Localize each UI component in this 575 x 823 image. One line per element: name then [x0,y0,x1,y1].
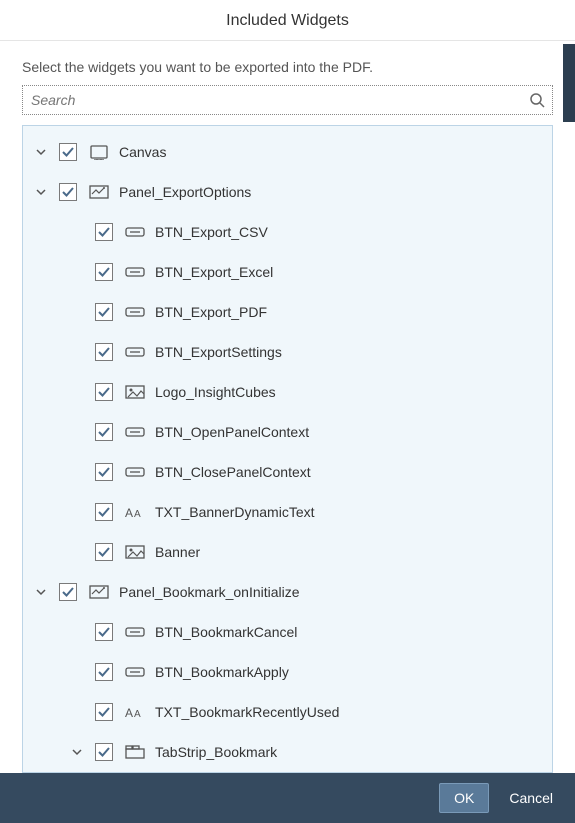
tree-row-label: Banner [155,544,200,560]
panel-icon [89,184,109,200]
dialog-title: Included Widgets [0,0,575,41]
text-icon [125,504,145,520]
tree-row[interactable]: Panel_ExportOptions [23,172,552,212]
tree-row[interactable]: Canvas [23,132,552,172]
tree-row-label: BTN_Export_CSV [155,224,268,240]
button-icon [125,664,145,680]
tree-row[interactable]: BTN_BookmarkCancel [23,612,552,652]
widget-tree[interactable]: Canvas Panel_ExportOptions BTN_Export_CSV B… [22,125,553,773]
dialog-instructions: Select the widgets you want to be export… [0,41,575,85]
checkbox[interactable] [59,143,77,161]
checkbox[interactable] [95,663,113,681]
chevron-down-icon [69,384,85,400]
chevron-down-icon [69,424,85,440]
tree-row[interactable]: TabStrip_Bookmark [23,732,552,772]
tree-row-label: BTN_ExportSettings [155,344,282,360]
tree-row-label: BTN_Export_PDF [155,304,267,320]
checkbox[interactable] [95,543,113,561]
button-icon [125,624,145,640]
chevron-down-icon [69,544,85,560]
tree-row[interactable]: BTN_ExportSettings [23,332,552,372]
checkbox[interactable] [95,223,113,241]
tree-row-label: TXT_BannerDynamicText [155,504,315,520]
cancel-button[interactable]: Cancel [505,784,557,812]
checkbox[interactable] [95,743,113,761]
tree-row-label: BTN_BookmarkCancel [155,624,297,640]
tree-row[interactable]: BTN_ClosePanelContext [23,452,552,492]
chevron-down-icon[interactable] [33,144,49,160]
checkbox[interactable] [95,463,113,481]
tree-row-label: Panel_Bookmark_onInitialize [119,584,300,600]
text-icon [125,704,145,720]
tree-row-label: BTN_BookmarkApply [155,664,289,680]
checkbox[interactable] [95,263,113,281]
tree-row[interactable]: BTN_BookmarkApply [23,652,552,692]
chevron-down-icon [69,224,85,240]
scrollbar-thumb[interactable] [563,44,575,122]
tree-row[interactable]: Banner [23,532,552,572]
button-icon [125,424,145,440]
checkbox[interactable] [95,383,113,401]
tree-row-label: Logo_InsightCubes [155,384,276,400]
tree-row-label: Panel_ExportOptions [119,184,251,200]
tree-row-label: BTN_OpenPanelContext [155,424,309,440]
tree-row-label: BTN_ClosePanelContext [155,464,311,480]
chevron-down-icon [69,344,85,360]
tabstrip-icon [125,744,145,760]
tree-row-label: Canvas [119,144,166,160]
button-icon [125,464,145,480]
dialog-footer: OK Cancel [0,773,575,823]
tree-row[interactable]: TXT_BookmarkRecentlyUsed [23,692,552,732]
chevron-down-icon [69,304,85,320]
canvas-icon [89,144,109,160]
tree-row[interactable]: BTN_OpenPanelContext [23,412,552,452]
image-icon [125,544,145,560]
tree-row[interactable]: TXT_BannerDynamicText [23,492,552,532]
chevron-down-icon[interactable] [69,744,85,760]
checkbox[interactable] [95,703,113,721]
panel-icon [89,584,109,600]
included-widgets-dialog: Included Widgets Select the widgets you … [0,0,575,823]
tree-row-label: TXT_BookmarkRecentlyUsed [155,704,339,720]
checkbox[interactable] [59,583,77,601]
search-icon [529,92,545,108]
chevron-down-icon [69,264,85,280]
chevron-down-icon[interactable] [33,184,49,200]
ok-button[interactable]: OK [439,783,489,813]
button-icon [125,344,145,360]
checkbox[interactable] [95,343,113,361]
tree-row[interactable]: Logo_InsightCubes [23,372,552,412]
tree-row-label: TabStrip_Bookmark [155,744,277,760]
chevron-down-icon [69,624,85,640]
checkbox[interactable] [95,303,113,321]
tree-row[interactable]: BTN_Export_Excel [23,252,552,292]
checkbox[interactable] [95,623,113,641]
search-input[interactable] [22,85,553,115]
tree-row[interactable]: BTN_Export_CSV [23,212,552,252]
chevron-down-icon[interactable] [33,584,49,600]
tree-row[interactable]: Panel_Bookmark_onInitialize [23,572,552,612]
button-icon [125,304,145,320]
checkbox[interactable] [95,423,113,441]
tree-row[interactable]: BTN_Export_PDF [23,292,552,332]
chevron-down-icon [69,464,85,480]
button-icon [125,264,145,280]
image-icon [125,384,145,400]
button-icon [125,224,145,240]
chevron-down-icon [69,504,85,520]
search-field-wrap [22,85,553,115]
tree-row-label: BTN_Export_Excel [155,264,273,280]
chevron-down-icon [69,704,85,720]
checkbox[interactable] [59,183,77,201]
chevron-down-icon [69,664,85,680]
checkbox[interactable] [95,503,113,521]
